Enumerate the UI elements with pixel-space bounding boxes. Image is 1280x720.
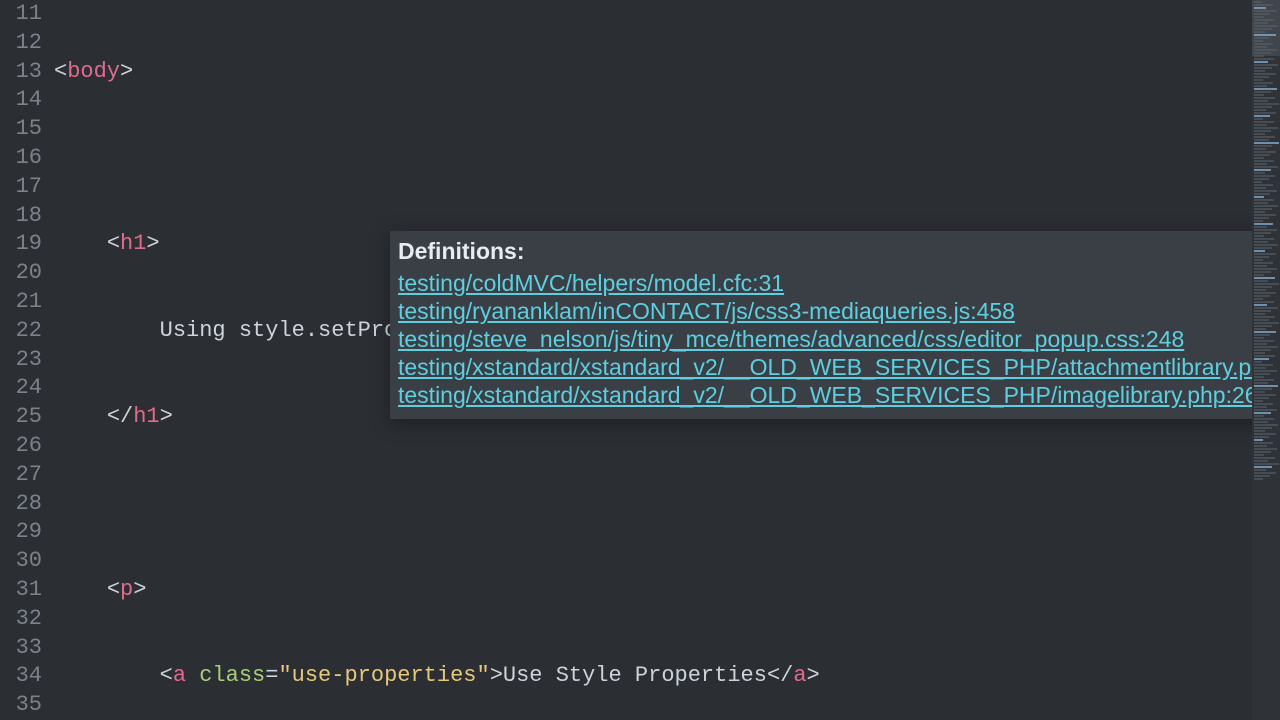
line-number: 12	[0, 29, 42, 58]
line-number: 22	[0, 317, 42, 346]
line-number: 33	[0, 634, 42, 663]
definition-link[interactable]: testing/coldMVC/helpers/model.cfc:31	[398, 269, 1272, 297]
line-number: 15	[0, 115, 42, 144]
line-number: 31	[0, 576, 42, 605]
line-number: 32	[0, 605, 42, 634]
definitions-popup: Definitions: testing/coldMVC/helpers/mod…	[390, 231, 1280, 419]
definition-link[interactable]: testing/ryananklam/inCONTACT/js/css3-med…	[398, 297, 1272, 325]
line-number: 35	[0, 691, 42, 720]
line-number: 14	[0, 86, 42, 115]
line-number: 16	[0, 144, 42, 173]
minimap[interactable]	[1252, 0, 1280, 720]
line-number: 20	[0, 259, 42, 288]
line-number: 26	[0, 432, 42, 461]
code-line: <body>	[54, 58, 1252, 87]
definition-link[interactable]: testing/xstandard/xstandard_v2/__OLD_WEB…	[398, 381, 1272, 409]
definition-link[interactable]: testing/steve_nelson/js/tiny_mce/themes/…	[398, 325, 1272, 353]
code-line: <p>	[54, 576, 1252, 605]
line-number: 34	[0, 662, 42, 691]
line-number: 23	[0, 346, 42, 375]
code-line	[54, 144, 1252, 173]
line-number: 30	[0, 547, 42, 576]
line-number: 13	[0, 58, 42, 87]
line-number: 19	[0, 230, 42, 259]
line-number: 25	[0, 403, 42, 432]
line-number: 11	[0, 0, 42, 29]
line-number: 29	[0, 518, 42, 547]
popup-heading: Definitions:	[398, 237, 1272, 265]
line-number: 18	[0, 202, 42, 231]
code-line	[54, 490, 1252, 519]
line-number: 24	[0, 374, 42, 403]
line-number: 17	[0, 173, 42, 202]
line-number: 27	[0, 461, 42, 490]
code-line: <a class="use-properties">Use Style Prop…	[54, 662, 1252, 691]
line-number: 28	[0, 490, 42, 519]
line-number-gutter: 1112131415161718192021222324252627282930…	[0, 0, 48, 720]
definition-link[interactable]: testing/xstandard/xstandard_v2/__OLD_WEB…	[398, 353, 1272, 381]
line-number: 21	[0, 288, 42, 317]
